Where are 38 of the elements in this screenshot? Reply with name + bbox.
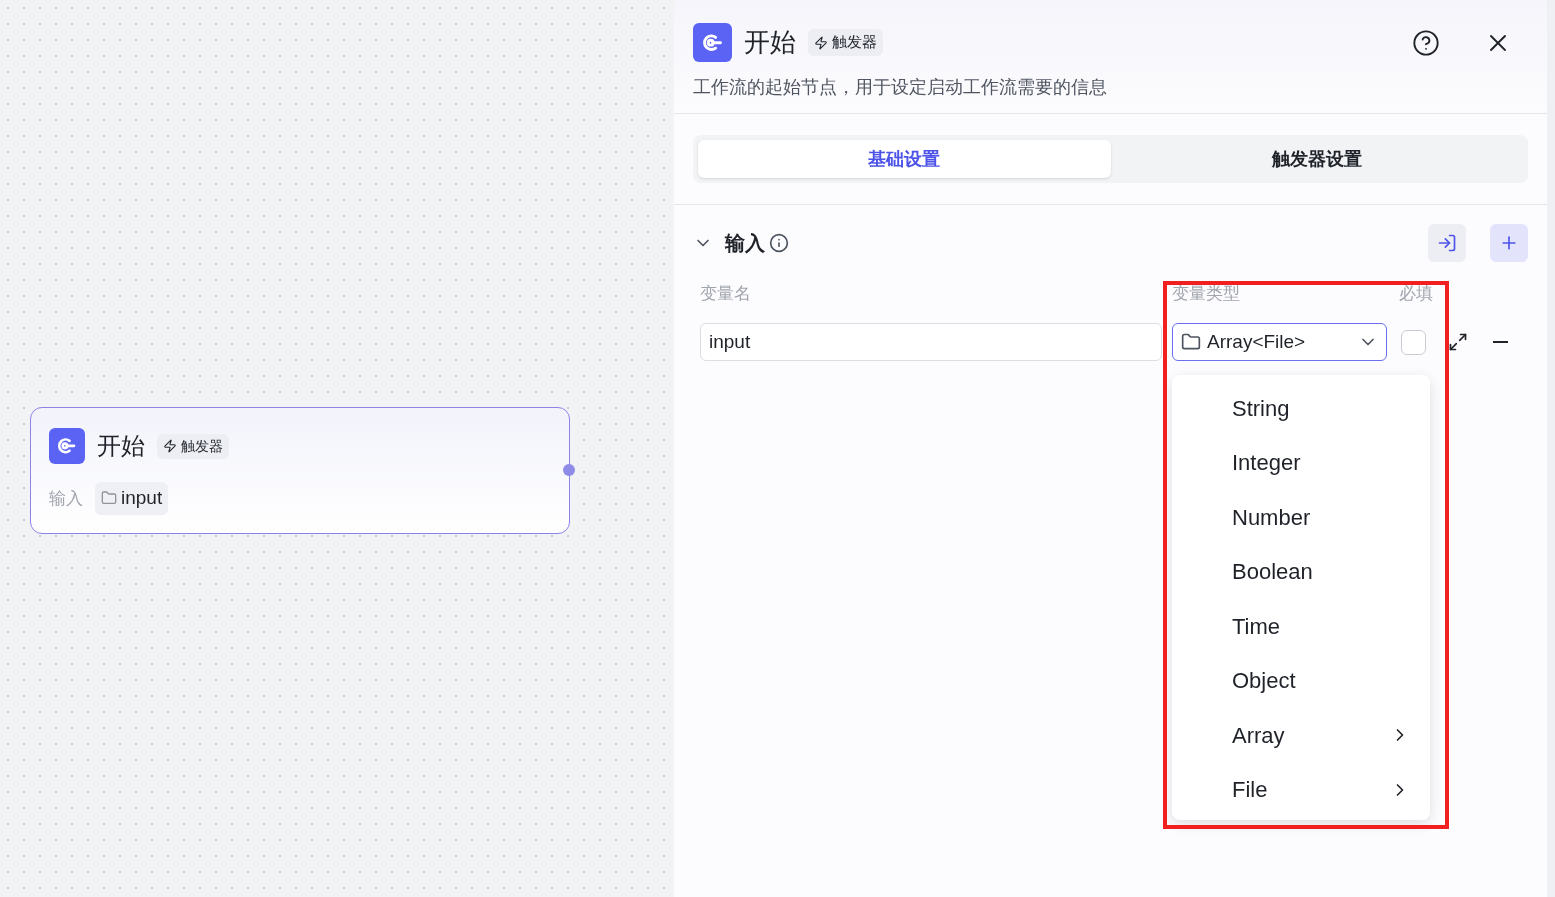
info-icon [769,233,789,253]
node-title: 开始 [97,431,145,461]
column-header: 变量类型 [1172,283,1241,306]
type-option[interactable]: Time [1172,599,1430,654]
input-chip: input [95,482,169,515]
column-header: 必填 [1398,283,1433,306]
type-option[interactable]: Object [1172,653,1430,708]
help-button[interactable] [1412,28,1440,57]
variable-name-field[interactable]: input [700,323,1162,361]
import-icon [1437,233,1457,253]
type-option[interactable]: Array [1172,708,1430,763]
required-checkbox[interactable] [1401,329,1426,355]
panel-title: 开始 [744,26,796,59]
import-button[interactable] [1428,224,1466,262]
settings-tab[interactable]: 基础设置 [698,140,1111,178]
trigger-badge: 触发器 [157,433,229,459]
expand-button[interactable] [1448,332,1468,352]
start-node-card[interactable]: 开始 触发器 输入 input [30,407,570,534]
type-option[interactable]: String [1172,381,1430,436]
help-icon [1412,28,1440,57]
minus-icon [1493,341,1508,343]
variable-type-select[interactable]: Array<File> [1172,323,1387,361]
add-button[interactable] [1490,224,1528,262]
type-option[interactable]: Boolean [1172,544,1430,599]
start-node-icon [693,23,732,62]
type-option[interactable]: Number [1172,490,1430,545]
input-label: 输入 [49,487,83,510]
folder-icon [101,490,117,507]
start-node-icon [49,428,85,464]
type-option[interactable]: File [1172,762,1430,817]
column-header: 变量名 [700,283,752,306]
folder-icon [1181,332,1201,352]
settings-tab[interactable]: 触发器设置 [1110,140,1523,178]
expand-icon [1448,332,1468,352]
trigger-badge: 触发器 [808,29,883,56]
type-option[interactable]: Integer [1172,435,1430,490]
section-title: 输入 [725,231,765,256]
panel-description: 工作流的起始节点，用于设定启动工作流需要的信息 [693,76,1108,99]
